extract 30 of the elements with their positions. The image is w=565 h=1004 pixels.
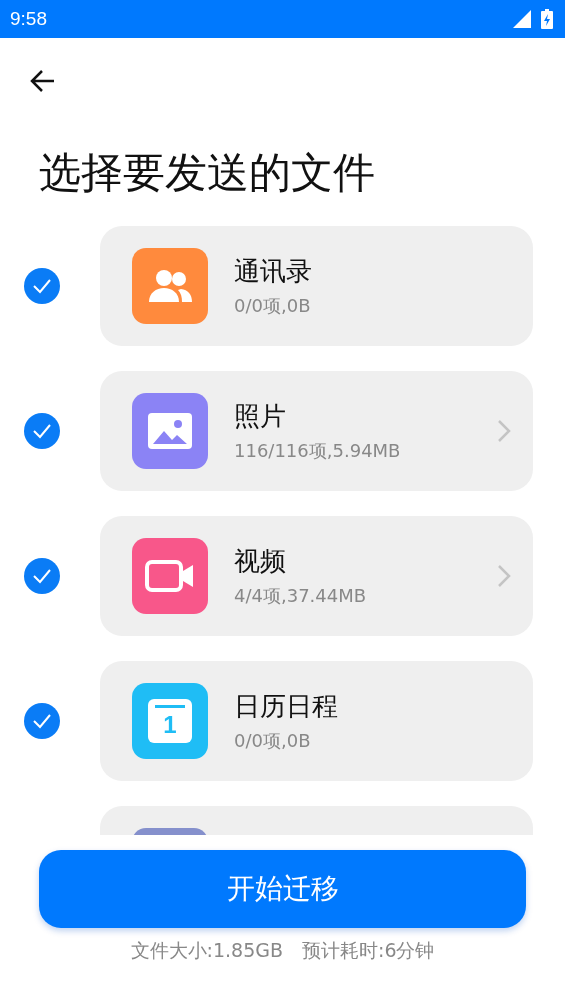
video-camera-icon (145, 559, 195, 593)
calendar-day: 1 (163, 712, 177, 738)
signal-icon (513, 10, 531, 28)
category-name: 视频 (234, 545, 287, 578)
item-checkbox[interactable] (24, 558, 60, 594)
category-name: 日历日程 (234, 690, 339, 723)
category-detail: 116/116项,5.94MB (234, 439, 402, 463)
battery-charging-icon (541, 9, 553, 29)
image-icon (147, 412, 193, 450)
check-icon (32, 713, 52, 729)
item-checkbox[interactable] (24, 703, 60, 739)
item-checkbox[interactable] (24, 413, 60, 449)
file-category-card[interactable]: 视频 4/4项,37.44MB (100, 516, 533, 636)
category-detail: 4/4项,37.44MB (234, 584, 368, 608)
back-arrow-icon (29, 69, 55, 93)
file-category-card[interactable]: 照片 116/116项,5.94MB (100, 371, 533, 491)
category-name: 照片 (234, 400, 287, 433)
start-migration-button[interactable]: 开始迁移 (39, 850, 526, 928)
transfer-summary: 文件大小:1.85GB 预计耗时:6分钟 (130, 938, 435, 963)
category-name: 通讯录 (234, 255, 313, 288)
category-detail: 0/0项,0B (234, 729, 312, 753)
check-icon (32, 423, 52, 439)
check-icon (32, 568, 52, 584)
category-detail: 0/0项,0B (234, 294, 312, 318)
file-category-card[interactable]: 1 日历日程 0/0项,0B (100, 661, 533, 781)
check-icon (32, 278, 52, 294)
status-time: 9:58 (10, 8, 47, 30)
item-checkbox[interactable] (24, 268, 60, 304)
page-title: 选择要发送的文件 (39, 148, 376, 198)
file-category-card[interactable]: 通讯录 0/0项,0B (100, 226, 533, 346)
